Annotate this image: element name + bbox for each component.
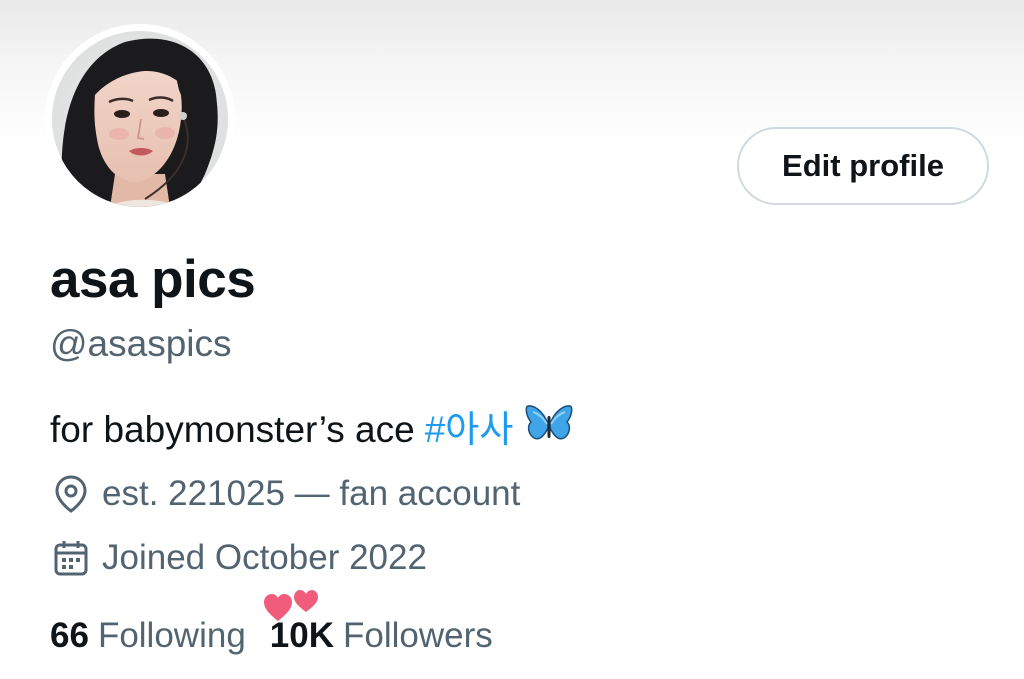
profile-location: est. 221025 — fan account bbox=[52, 474, 520, 514]
user-handle: @asaspics bbox=[50, 323, 232, 364]
profile-header: Edit profile asa pics @asaspics for baby… bbox=[0, 0, 1024, 679]
calendar-icon bbox=[52, 538, 90, 578]
location-text: est. 221025 — fan account bbox=[102, 474, 521, 513]
joined-text: Joined October 2022 bbox=[102, 538, 427, 577]
hearts-icon bbox=[262, 588, 326, 624]
bio-text: for babymonster’s ace bbox=[50, 408, 415, 450]
display-name: asa pics bbox=[50, 250, 256, 309]
profile-join-date: Joined October 2022 bbox=[52, 538, 427, 578]
bio-hashtag-link[interactable]: #아사 bbox=[425, 407, 514, 453]
edit-profile-button[interactable]: Edit profile bbox=[737, 127, 989, 205]
following-count: 66 bbox=[50, 616, 89, 655]
avatar[interactable] bbox=[45, 24, 235, 214]
bio: for babymonster’s ace #아사 bbox=[50, 404, 573, 455]
following-label: Following bbox=[97, 616, 246, 655]
butterfly-icon bbox=[525, 404, 573, 455]
following-link[interactable]: 66 Following bbox=[50, 614, 246, 658]
location-pin-icon bbox=[52, 474, 90, 514]
followers-label: Followers bbox=[343, 616, 493, 655]
